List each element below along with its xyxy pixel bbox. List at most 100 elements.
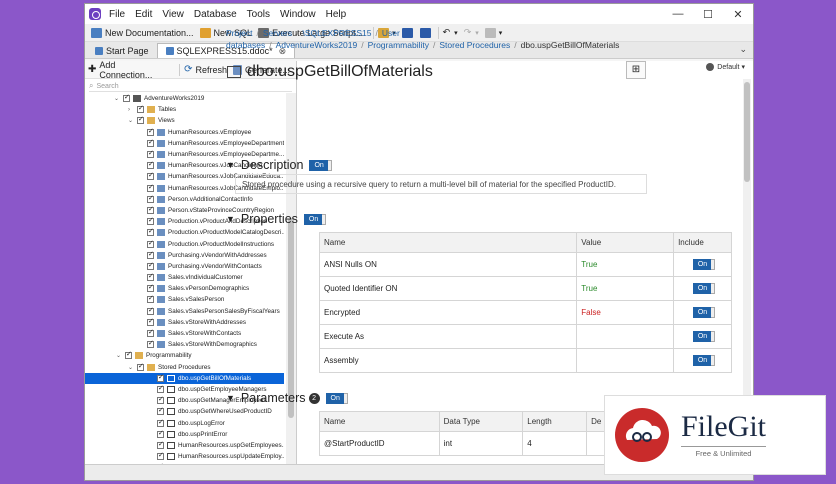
checkbox[interactable] xyxy=(147,250,154,259)
collapse-triangle-icon[interactable]: ▼ xyxy=(226,214,235,224)
description-toggle[interactable]: On xyxy=(309,159,333,171)
explorer-search[interactable]: ⌕ Search xyxy=(89,81,292,92)
view-item[interactable]: HumanResources.vEmployee xyxy=(85,127,284,138)
breadcrumb-link[interactable]: Programmability xyxy=(368,40,429,50)
collapse-triangle-icon[interactable]: ▼ xyxy=(226,393,235,403)
view-item[interactable]: Sales.vSalesPerson xyxy=(85,294,284,305)
checkbox[interactable] xyxy=(147,171,154,181)
checkbox[interactable] xyxy=(147,127,154,136)
checkbox[interactable] xyxy=(147,194,154,203)
menu-item-window[interactable]: Window xyxy=(280,9,316,20)
checkbox[interactable] xyxy=(147,239,154,248)
view-item[interactable]: Production.vProductModelCatalogDescri... xyxy=(85,227,284,238)
checkbox[interactable] xyxy=(147,149,154,159)
include-toggle[interactable]: On xyxy=(692,283,716,294)
checkbox[interactable] xyxy=(137,104,144,114)
view-item[interactable]: Sales.vPersonDemographics xyxy=(85,283,284,294)
checkbox[interactable] xyxy=(147,328,154,338)
properties-section-header[interactable]: ▼ Properties On xyxy=(226,212,327,226)
checkbox[interactable] xyxy=(147,205,154,214)
parameters-section-header[interactable]: ▼ Parameters 2 On xyxy=(226,391,349,405)
parameters-toggle[interactable]: On xyxy=(325,392,349,404)
expand-chevron-icon[interactable]: ⌄ xyxy=(116,352,123,359)
checkbox[interactable] xyxy=(147,261,154,270)
checkbox[interactable] xyxy=(123,93,130,103)
view-item[interactable]: Sales.vStoreWithContacts xyxy=(85,328,284,339)
expand-chevron-icon[interactable]: ⌄ xyxy=(114,95,121,102)
checkbox[interactable] xyxy=(147,283,154,293)
breadcrumb-link[interactable]: \SQLEXPRESS15 xyxy=(303,28,372,38)
checkbox[interactable] xyxy=(147,227,154,237)
checkbox[interactable] xyxy=(147,294,154,304)
checkbox[interactable] xyxy=(157,429,164,438)
checkbox[interactable] xyxy=(157,373,164,382)
expand-chevron-icon[interactable]: ⌄ xyxy=(128,117,135,124)
menu-item-tools[interactable]: Tools xyxy=(247,9,270,20)
new-documentation-button[interactable]: New Documentation... xyxy=(91,27,194,38)
checkbox[interactable] xyxy=(125,350,132,360)
include-toggle[interactable]: On xyxy=(692,259,716,270)
checkbox[interactable] xyxy=(137,115,144,125)
properties-toggle[interactable]: On xyxy=(303,213,327,225)
minimize-icon[interactable]: — xyxy=(663,8,693,21)
breadcrumb-link[interactable]: Project xyxy=(226,28,252,38)
view-item[interactable]: Sales.vStoreWithAddresses xyxy=(85,317,284,328)
expand-chevron-icon[interactable]: › xyxy=(128,107,135,113)
view-item[interactable]: Sales.vStoreWithDemographics xyxy=(85,339,284,350)
layout-grid-button[interactable]: ⊞ xyxy=(626,61,646,79)
include-toggle[interactable]: On xyxy=(692,355,716,366)
add-connection-button[interactable]: ✚ Add Connection... xyxy=(88,60,169,80)
collapse-triangle-icon[interactable]: ▼ xyxy=(226,160,235,170)
stored-procedure-item[interactable]: dbo.uspGetWhereUsedProductID xyxy=(85,406,284,417)
view-item[interactable]: Sales.vSalesPersonSalesByFiscalYears xyxy=(85,306,284,317)
checkbox[interactable] xyxy=(147,272,154,282)
checkbox[interactable] xyxy=(147,216,154,226)
refresh-button[interactable]: ⟳ Refresh xyxy=(184,64,227,75)
include-toggle[interactable]: On xyxy=(692,331,716,342)
stored-procedure-item[interactable]: dbo.uspPrintError xyxy=(85,429,284,440)
breadcrumb-link[interactable]: AdventureWorks2019 xyxy=(276,40,358,50)
tree-node[interactable]: ⌄ Views xyxy=(85,115,284,126)
checkbox[interactable] xyxy=(147,339,154,349)
maximize-icon[interactable]: ☐ xyxy=(693,8,723,21)
breadcrumb-link[interactable]: Stored Procedures xyxy=(439,40,510,50)
menu-item-file[interactable]: File xyxy=(109,9,125,20)
tree-node[interactable]: ⌄ AdventureWorks2019 xyxy=(85,93,284,104)
view-item[interactable]: Production.vProductModelInstructions xyxy=(85,238,284,249)
checkbox[interactable] xyxy=(157,440,164,449)
tree-scrollbar[interactable] xyxy=(286,93,296,480)
menu-item-view[interactable]: View xyxy=(162,9,184,20)
checkbox[interactable] xyxy=(147,306,154,315)
scrollbar-thumb[interactable] xyxy=(744,82,750,182)
checkbox[interactable] xyxy=(137,362,144,371)
checkbox[interactable] xyxy=(147,160,154,170)
view-item[interactable]: Purchasing.vVendorWithAddresses xyxy=(85,250,284,261)
checkbox[interactable] xyxy=(147,317,154,326)
checkbox[interactable] xyxy=(157,406,164,416)
view-item[interactable]: HumanResources.vEmployeeDepartment xyxy=(85,138,284,149)
checkbox[interactable] xyxy=(157,384,164,393)
theme-selector[interactable]: Default ▾ xyxy=(706,63,745,71)
menu-item-database[interactable]: Database xyxy=(194,9,237,20)
stored-procedure-item[interactable]: dbo.uspGetBillOfMaterials xyxy=(85,372,284,384)
checkbox[interactable] xyxy=(147,183,154,192)
close-icon[interactable]: ✕ xyxy=(723,8,753,21)
tree-node[interactable]: › Tables xyxy=(85,104,284,115)
menu-item-help[interactable]: Help xyxy=(326,9,347,20)
expand-chevron-icon[interactable]: ⌄ xyxy=(128,364,135,371)
stored-procedure-item[interactable]: HumanResources.uspUpdateEmploy... xyxy=(85,451,284,462)
scrollbar-thumb[interactable] xyxy=(288,218,294,418)
stored-procedure-item[interactable]: HumanResources.uspGetEmployees... xyxy=(85,440,284,451)
checkbox[interactable] xyxy=(157,395,164,405)
view-item[interactable]: Person.vAdditionalContactInfo xyxy=(85,194,284,205)
checkbox[interactable] xyxy=(157,451,164,461)
view-item[interactable]: Purchasing.vVendorWithContacts xyxy=(85,261,284,272)
checkbox[interactable] xyxy=(157,418,164,427)
menu-item-edit[interactable]: Edit xyxy=(135,9,152,20)
tab-list-chevron-icon[interactable]: ⌄ xyxy=(739,44,747,55)
checkbox[interactable] xyxy=(147,138,154,147)
tree-node[interactable]: ⌄ Programmability xyxy=(85,350,284,361)
tab-start-page[interactable]: Start Page xyxy=(87,43,157,58)
view-item[interactable]: Sales.vIndividualCustomer xyxy=(85,272,284,283)
description-textarea[interactable]: Stored procedure using a recursive query… xyxy=(235,174,647,194)
